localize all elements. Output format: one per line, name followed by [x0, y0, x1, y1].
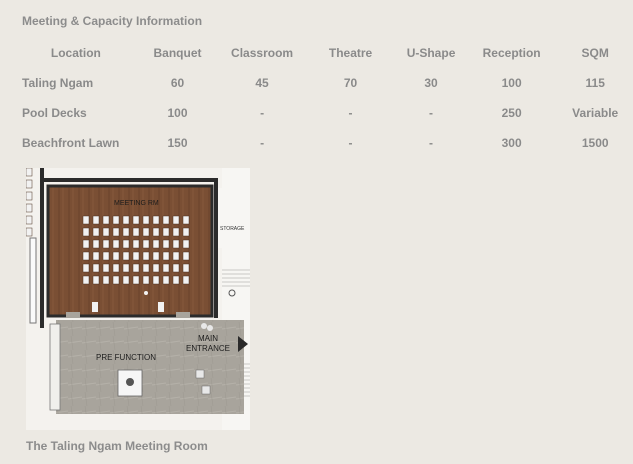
cell-banquet: 60 [170, 76, 185, 90]
header-theatre: Theatre [328, 46, 373, 60]
floor-plan-caption: The Taling Ngam Meeting Room [26, 439, 208, 453]
cell-location: Beachfront Lawn [22, 136, 120, 150]
main-entrance-line2: ENTRANCE [186, 344, 231, 353]
header-sqm: SQM [581, 46, 609, 60]
cell-classroom: - [260, 136, 265, 150]
cell-classroom: - [260, 106, 265, 120]
cell-u-shape: - [429, 136, 434, 150]
header-reception: Reception [482, 46, 541, 60]
pre-function-label: PRE FUNCTION [96, 353, 156, 362]
cell-sqm: Variable [572, 106, 619, 120]
header-classroom: Classroom [231, 46, 294, 60]
main-entrance-label: MAIN ENTRANCE [186, 334, 230, 354]
cell-reception: 100 [501, 76, 522, 90]
table-row: Beachfront Lawn 150 - - - 300 1500 [16, 128, 633, 158]
table-header-row: Location Banquet Classroom Theatre U-Sha… [16, 38, 633, 68]
header-u-shape: U-Shape [406, 46, 456, 60]
capacity-table: Location Banquet Classroom Theatre U-Sha… [16, 38, 633, 158]
cell-location: Pool Decks [22, 106, 87, 120]
cell-sqm: 1500 [581, 136, 609, 150]
floor-plan-image: MEETING RM STORAGE PRE FUNCTION MAIN ENT… [25, 167, 250, 430]
section-title: Meeting & Capacity Information [22, 14, 203, 28]
cell-u-shape: 30 [424, 76, 438, 90]
cell-classroom: 45 [255, 76, 269, 90]
main-entrance-line1: MAIN [198, 334, 218, 343]
cell-theatre: - [348, 106, 353, 120]
header-banquet: Banquet [153, 46, 202, 60]
cell-reception: 300 [501, 136, 522, 150]
table-row: Taling Ngam 60 45 70 30 100 115 [16, 68, 633, 98]
storage-label: STORAGE [220, 226, 245, 232]
table-row: Pool Decks 100 - - - 250 Variable [16, 98, 633, 128]
meeting-room-label: MEETING RM [114, 200, 159, 207]
cell-banquet: 150 [167, 136, 188, 150]
cell-location: Taling Ngam [22, 76, 94, 90]
cell-u-shape: - [429, 106, 434, 120]
cell-sqm: 115 [585, 76, 605, 90]
cell-banquet: 100 [167, 106, 188, 120]
header-location: Location [50, 46, 101, 60]
cell-theatre: - [348, 136, 353, 150]
cell-theatre: 70 [343, 76, 358, 90]
cell-reception: 250 [501, 106, 522, 120]
